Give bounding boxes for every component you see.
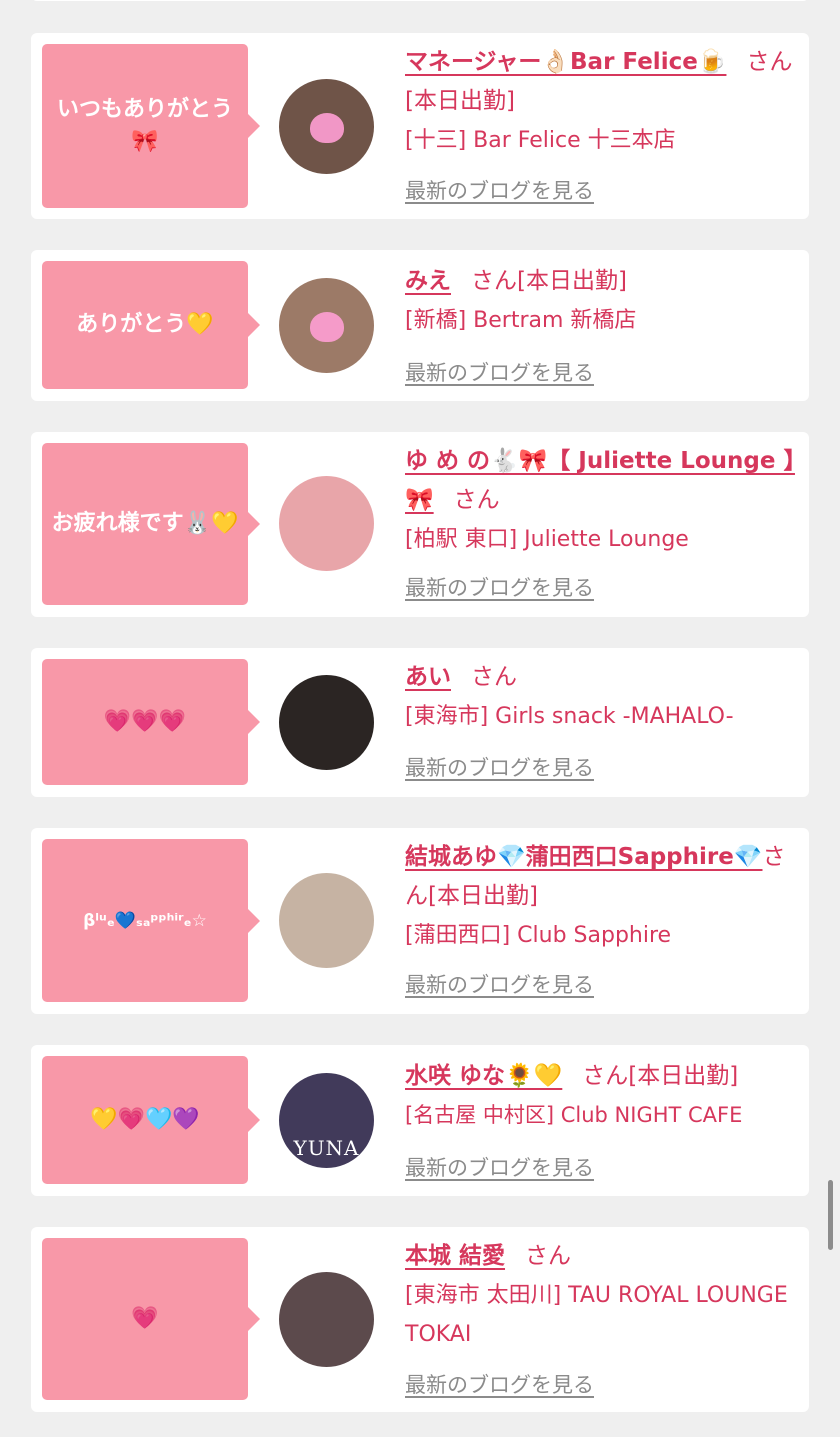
cast-info: 本城 結愛 さん [東海市 太田川] TAU ROYAL LOUNGE TOKAI <box>405 1237 797 1354</box>
cast-avatar[interactable] <box>279 476 374 571</box>
message-text: 💗 <box>131 1306 159 1331</box>
cast-info: 水咲 ゆな🌻💛 さん[本日出勤] [名古屋 中村区] Club NIGHT CAF… <box>405 1057 797 1135</box>
cast-name-link[interactable]: 結城あゆ💎蒲田西口Sapphire💎 <box>405 844 763 870</box>
attendance-status: [本日出勤] <box>517 268 627 294</box>
message-card: 💛💗🩵💜 YUNA 水咲 ゆな🌻💛 さん[本日出勤] [名古屋 中村区] Club… <box>31 1045 809 1196</box>
message-text: 💛💗🩵💜 <box>90 1107 200 1132</box>
latest-blog-link[interactable]: 最新のブログを見る <box>405 1369 594 1399</box>
message-bubble: いつもありがとう🎀 <box>42 44 260 208</box>
cast-name-link[interactable]: みえ <box>405 268 451 294</box>
cast-name-link[interactable]: マネージャー👌🏻Bar Felice🍺 <box>405 49 726 75</box>
latest-blog-link[interactable]: 最新のブログを見る <box>405 969 594 999</box>
shop-name: [蒲田西口] Club Sapphire <box>405 923 672 948</box>
shop-name: [十三] Bar Felice 十三本店 <box>405 128 676 153</box>
latest-blog-link[interactable]: 最新のブログを見る <box>405 752 594 782</box>
cast-avatar[interactable] <box>279 873 374 968</box>
message-bubble: お疲れ様です🐰💛 <box>42 443 260 605</box>
honorific: さん <box>471 664 517 690</box>
cast-avatar[interactable] <box>279 1272 374 1367</box>
cast-info: ゆ め の🐇🎀【 Juliette Lounge 】🎀 さん [柏駅 東口] Ju… <box>405 442 797 559</box>
cast-avatar[interactable] <box>279 278 374 373</box>
shop-name: [東海市 太田川] TAU ROYAL LOUNGE TOKAI <box>405 1283 788 1347</box>
message-text: ありがとう💛 <box>76 312 214 337</box>
shop-name: [東海市] Girls snack -MAHALO- <box>405 704 734 729</box>
previous-card-edge <box>31 0 809 1</box>
attendance-status: [本日出勤] <box>428 883 538 909</box>
honorific: さん <box>525 1243 572 1269</box>
message-text: βˡᵘₑ💙ₛₐᵖᵖʰⁱʳₑ☆ <box>83 910 207 931</box>
latest-blog-link[interactable]: 最新のブログを見る <box>405 572 594 602</box>
cast-avatar[interactable]: YUNA <box>279 1073 374 1168</box>
cast-info: あい さん [東海市] Girls snack -MAHALO- <box>405 658 797 736</box>
message-card: 💗💗💗 あい さん [東海市] Girls snack -MAHALO- 最新のブ… <box>31 648 809 797</box>
shop-name: [新橋] Bertram 新橋店 <box>405 308 637 333</box>
shop-name: [名古屋 中村区] Club NIGHT CAFE <box>405 1103 743 1127</box>
latest-blog-link[interactable]: 最新のブログを見る <box>405 1152 594 1182</box>
honorific: さん <box>453 487 500 513</box>
face-mask-icon <box>309 311 344 342</box>
cast-name-link[interactable]: あい <box>405 664 451 690</box>
message-bubble: 💗 <box>42 1238 260 1400</box>
attendance-status: [本日出勤] <box>628 1063 739 1089</box>
cast-info: みえ さん[本日出勤] [新橋] Bertram 新橋店 <box>405 262 797 340</box>
message-card: 💗 本城 結愛 さん [東海市 太田川] TAU ROYAL LOUNGE TOK… <box>31 1227 809 1412</box>
attendance-status: [本日出勤] <box>405 88 515 114</box>
message-bubble: βˡᵘₑ💙ₛₐᵖᵖʰⁱʳₑ☆ <box>42 839 260 1002</box>
message-bubble: 💗💗💗 <box>42 659 260 785</box>
cast-name-link[interactable]: 水咲 ゆな🌻💛 <box>405 1063 562 1089</box>
latest-blog-link[interactable]: 最新のブログを見る <box>405 175 594 205</box>
honorific: さん <box>582 1063 629 1089</box>
message-card: いつもありがとう🎀 マネージャー👌🏻Bar Felice🍺 さん [本日出勤] [十… <box>31 33 809 219</box>
message-bubble: ありがとう💛 <box>42 261 260 389</box>
message-bubble: 💛💗🩵💜 <box>42 1056 260 1184</box>
message-card: ありがとう💛 みえ さん[本日出勤] [新橋] Bertram 新橋店 最新のブロ… <box>31 250 809 401</box>
message-text: いつもありがとう🎀 <box>56 97 233 154</box>
cast-info: 結城あゆ💎蒲田西口Sapphire💎さん[本日出勤] [蒲田西口] Club S… <box>405 838 797 955</box>
message-card: βˡᵘₑ💙ₛₐᵖᵖʰⁱʳₑ☆ 結城あゆ💎蒲田西口Sapphire💎さん[本日出勤… <box>31 828 809 1014</box>
scrollbar[interactable] <box>828 1180 833 1250</box>
avatar-caption: YUNA <box>293 1136 360 1160</box>
message-text: 💗💗💗 <box>103 709 187 734</box>
face-mask-icon <box>309 112 344 143</box>
cast-name-link[interactable]: 本城 結愛 <box>405 1243 505 1269</box>
cast-info: マネージャー👌🏻Bar Felice🍺 さん [本日出勤] [十三] Bar Fel… <box>405 43 797 160</box>
honorific: さん <box>746 49 793 75</box>
cast-avatar[interactable] <box>279 79 374 174</box>
shop-name: [柏駅 東口] Juliette Lounge <box>405 527 689 552</box>
latest-blog-link[interactable]: 最新のブログを見る <box>405 357 594 387</box>
message-text: お疲れ様です🐰💛 <box>51 511 239 536</box>
honorific: さん <box>471 268 517 294</box>
cast-avatar[interactable] <box>279 675 374 770</box>
message-card: お疲れ様です🐰💛 ゆ め の🐇🎀【 Juliette Lounge 】🎀 さん [… <box>31 432 809 617</box>
